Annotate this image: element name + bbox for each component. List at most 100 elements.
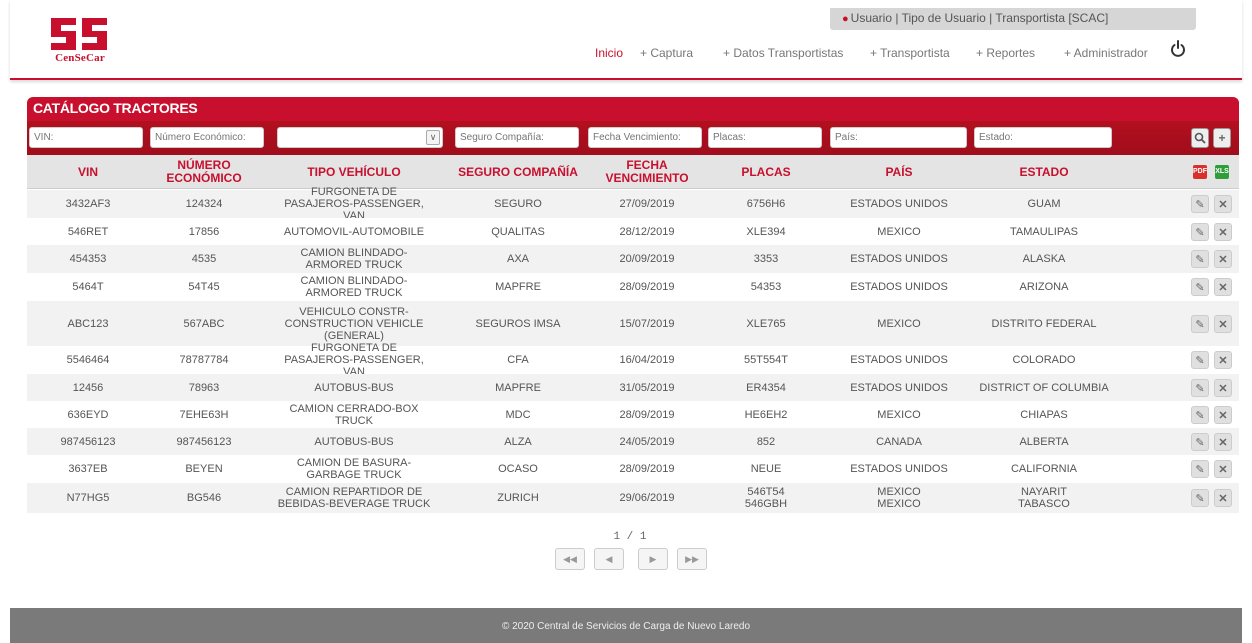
- delete-icon[interactable]: ✕: [1214, 315, 1232, 333]
- filter-pais-input[interactable]: [830, 127, 967, 148]
- cell-placas: XLE394: [746, 225, 786, 238]
- cell-seguro: ZURICH: [497, 492, 539, 504]
- cell-estado: DISTRICT OF COLUMBIA: [979, 381, 1109, 394]
- prev-page-button[interactable]: ◀: [594, 548, 624, 570]
- cell-numero-economico: 54T45: [188, 281, 220, 293]
- cell-placas: 546T54 546GBH: [744, 486, 788, 510]
- cell-estado: ARIZONA: [1019, 281, 1069, 293]
- filter-estado-input[interactable]: [974, 127, 1112, 148]
- header-seguro-compania[interactable]: SEGURO COMPAÑÍA: [449, 155, 587, 189]
- filter-vin-input[interactable]: [29, 127, 143, 148]
- footer-text: © 2020 Central de Servicios de Carga de …: [501, 621, 751, 632]
- cell-seguro: AXA: [506, 253, 529, 265]
- delete-icon[interactable]: ✕: [1214, 379, 1232, 397]
- cell-estado: COLORADO: [1012, 354, 1076, 366]
- cell-vin: 3637EB: [68, 463, 108, 475]
- cell-vin: N77HG5: [66, 492, 110, 504]
- cell-fecha: 28/09/2019: [619, 281, 675, 293]
- cell-placas: 3353: [753, 253, 779, 265]
- cell-pais: ESTADOS UNIDOS: [850, 463, 948, 475]
- cell-placas: HE6EH2: [744, 408, 788, 421]
- edit-icon[interactable]: ✎: [1191, 460, 1209, 478]
- cell-tipo-vehiculo: AUTOBUS-BUS: [314, 381, 394, 394]
- footer: © 2020 Central de Servicios de Carga de …: [10, 608, 1242, 643]
- delete-icon[interactable]: ✕: [1214, 351, 1232, 369]
- edit-icon[interactable]: ✎: [1191, 223, 1209, 241]
- cell-numero-economico: 7EHE63H: [179, 408, 229, 421]
- edit-icon[interactable]: ✎: [1191, 406, 1209, 424]
- edit-icon[interactable]: ✎: [1191, 315, 1209, 333]
- cell-placas: 6756H6: [746, 198, 786, 210]
- delete-icon[interactable]: ✕: [1214, 489, 1232, 507]
- header-vin[interactable]: VIN: [27, 155, 149, 189]
- header-tipo-vehiculo[interactable]: TIPO VEHÍCULO: [259, 155, 449, 189]
- cell-placas: XLE765: [746, 317, 786, 330]
- cell-vin: 12456: [72, 381, 104, 394]
- add-button[interactable]: +: [1213, 128, 1231, 148]
- delete-icon[interactable]: ✕: [1214, 460, 1232, 478]
- first-page-button[interactable]: ◀◀: [555, 548, 585, 570]
- delete-icon[interactable]: ✕: [1214, 406, 1232, 424]
- table-row: 454353 4535 CAMION BLINDADO-ARMORED TRUCK A…: [27, 245, 1239, 273]
- edit-icon[interactable]: ✎: [1191, 379, 1209, 397]
- power-icon[interactable]: [1170, 40, 1186, 58]
- cell-tipo-vehiculo: CAMION DE BASURA-GARBAGE TRUCK: [296, 457, 412, 481]
- edit-icon[interactable]: ✎: [1191, 433, 1209, 451]
- cell-vin: ABC123: [67, 317, 109, 330]
- delete-icon[interactable]: ✕: [1214, 250, 1232, 268]
- delete-icon[interactable]: ✕: [1214, 433, 1232, 451]
- header-placas[interactable]: PLACAS: [707, 155, 825, 189]
- nav-administrador[interactable]: + Administrador: [1064, 46, 1148, 60]
- export-pdf-icon[interactable]: PDF: [1193, 165, 1207, 179]
- export-excel-icon[interactable]: XLS: [1215, 165, 1229, 179]
- filter-tipo-vehiculo-select[interactable]: ∨: [277, 127, 443, 148]
- user-info-bar[interactable]: ● Usuario | Tipo de Usuario | Transportis…: [830, 8, 1196, 30]
- delete-icon[interactable]: ✕: [1214, 195, 1232, 213]
- delete-icon[interactable]: ✕: [1214, 278, 1232, 296]
- nav-captura[interactable]: + Captura: [640, 46, 693, 60]
- cell-estado: DISTRITO FEDERAL: [991, 317, 1097, 330]
- cell-estado: CALIFORNIA: [1010, 463, 1077, 475]
- cell-vin: 5464T: [72, 281, 104, 293]
- cell-numero-economico: BEYEN: [185, 463, 223, 475]
- table-row: 3432AF3 124324 FURGONETA DE PASAJEROS-PASS…: [27, 186, 1239, 222]
- cell-fecha: 28/09/2019: [619, 463, 675, 475]
- cell-tipo-vehiculo: CAMION BLINDADO-ARMORED TRUCK: [300, 247, 408, 271]
- cell-seguro: MAPFRE: [495, 381, 541, 394]
- header-pais[interactable]: PAÍS: [825, 155, 973, 189]
- nav-inicio[interactable]: Inicio: [595, 46, 623, 60]
- cell-fecha: 20/09/2019: [619, 253, 675, 265]
- filter-seguro-input[interactable]: [455, 127, 579, 148]
- cell-tipo-vehiculo: CAMION CERRADO-BOX TRUCK: [289, 402, 419, 427]
- nav-transportista[interactable]: + Transportista: [870, 46, 950, 60]
- nav-reportes[interactable]: + Reportes: [976, 46, 1035, 60]
- censecar-logo[interactable]: CenSeCar: [48, 18, 110, 66]
- last-page-button[interactable]: ▶▶: [677, 548, 707, 570]
- edit-icon[interactable]: ✎: [1191, 250, 1209, 268]
- header-numero-economico[interactable]: NÚMERO ECONÓMICO: [149, 155, 259, 189]
- edit-icon[interactable]: ✎: [1191, 278, 1209, 296]
- delete-icon[interactable]: ✕: [1214, 223, 1232, 241]
- filter-placas-input[interactable]: [708, 127, 822, 148]
- edit-icon[interactable]: ✎: [1191, 195, 1209, 213]
- cell-estado: GUAM: [1027, 198, 1061, 210]
- next-page-button[interactable]: ▶: [638, 548, 668, 570]
- table-row: 636EYD 7EHE63H CAMION CERRADO-BOX TRUCK MDC…: [27, 401, 1239, 428]
- cell-estado: ALBERTA: [1019, 435, 1069, 448]
- user-info-text: Usuario | Tipo de Usuario | Transportist…: [850, 11, 1109, 25]
- cell-seguro: SEGUROS IMSA: [475, 317, 561, 330]
- cell-vin: 454353: [69, 253, 107, 265]
- filter-fecha-input[interactable]: [588, 127, 702, 148]
- cell-numero-economico: 17856: [188, 225, 220, 238]
- edit-icon[interactable]: ✎: [1191, 489, 1209, 507]
- cell-numero-economico: BG546: [186, 492, 222, 504]
- filter-numero-economico-input[interactable]: [150, 127, 264, 148]
- nav-datos-transportistas[interactable]: + Datos Transportistas: [723, 46, 843, 60]
- header-estado[interactable]: ESTADO: [973, 155, 1115, 189]
- search-button[interactable]: [1191, 128, 1209, 148]
- prev-page-icon: ◀: [605, 554, 613, 564]
- cell-placas: 55T554T: [743, 354, 789, 366]
- header-fecha-vencimiento[interactable]: FECHA VENCIMIENTO: [587, 155, 707, 189]
- edit-icon[interactable]: ✎: [1191, 351, 1209, 369]
- cell-tipo-vehiculo: CAMION REPARTIDOR DE BEBIDAS-BEVERAGE TR…: [277, 486, 431, 510]
